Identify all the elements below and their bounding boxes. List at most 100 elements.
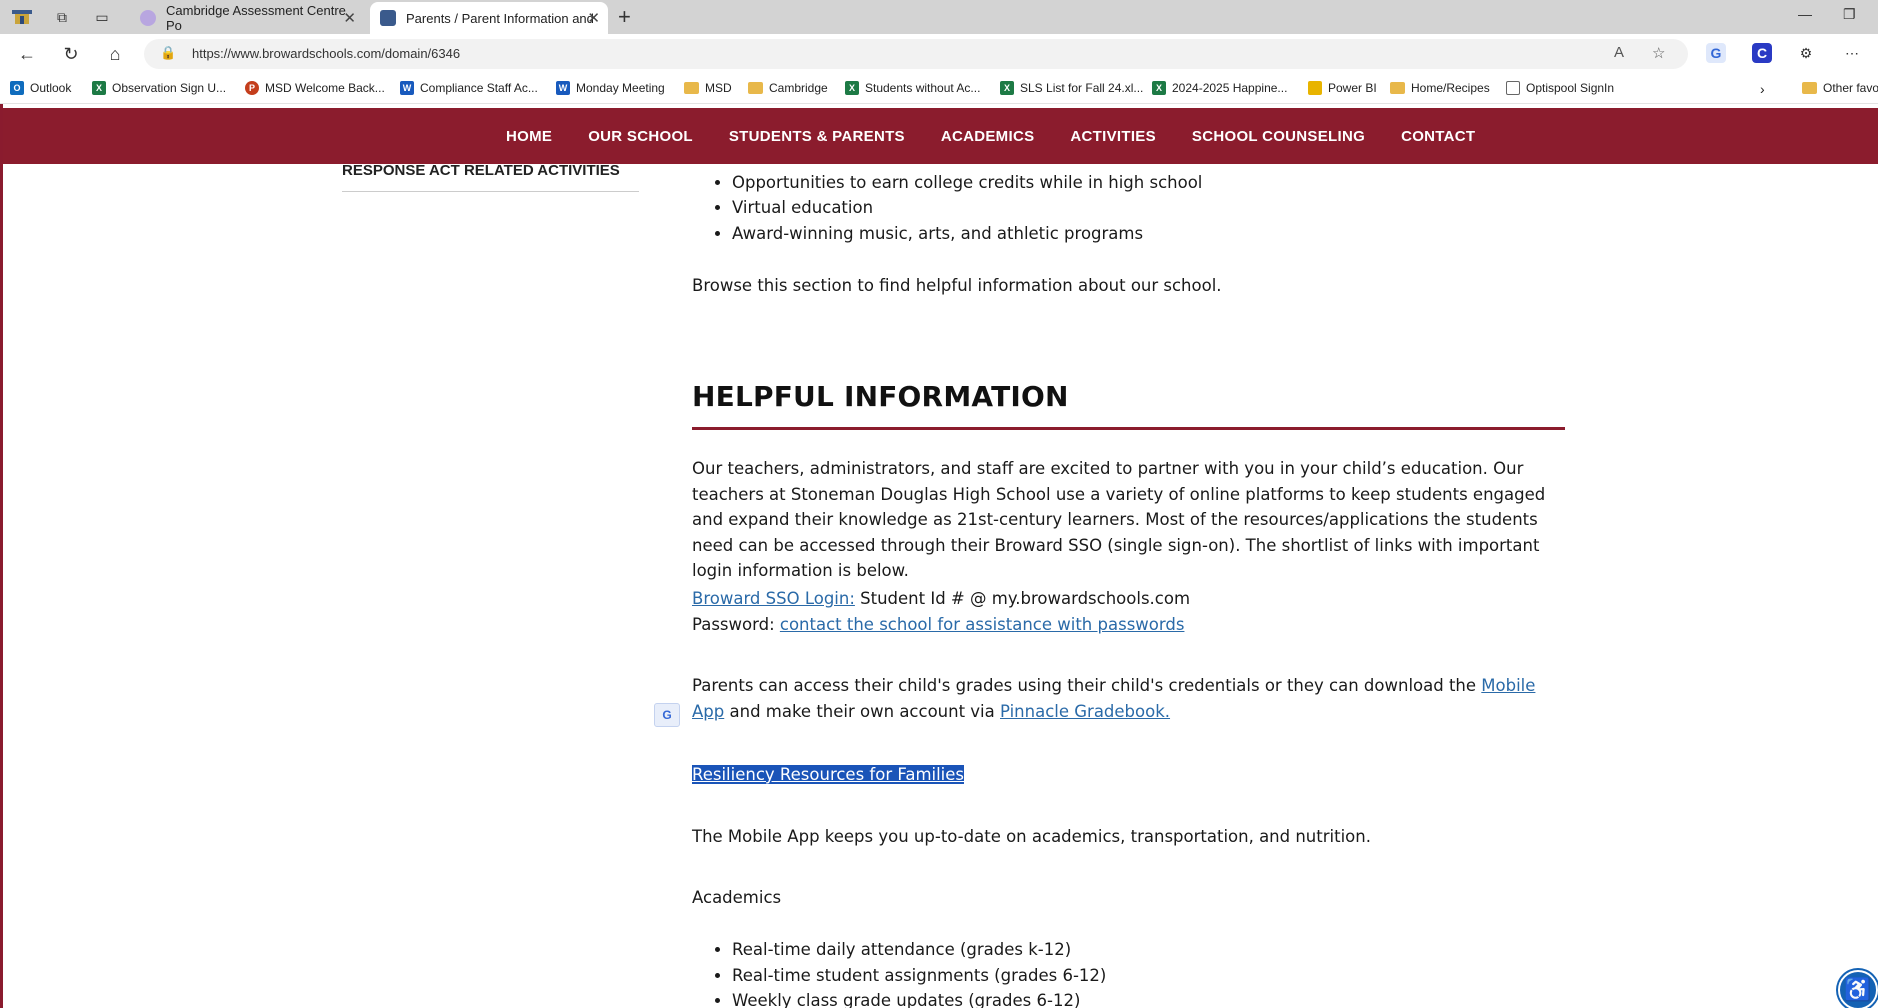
browser-tab-bar: ⧉ ▭ Cambridge Assessment Centre Po ✕ Par… (0, 0, 1878, 34)
read-aloud-icon[interactable]: A (1614, 44, 1624, 61)
folder-icon (1802, 82, 1817, 94)
folder-icon (684, 82, 699, 94)
list-item: Real-time student assignments (grades 6-… (732, 963, 1565, 989)
parents-text: and make their own account via (724, 701, 1000, 721)
bookmark-compliance[interactable]: W Compliance Staff Ac... (400, 81, 538, 95)
extension-c-icon[interactable]: C (1752, 43, 1772, 63)
bookmark-home-recipes[interactable]: Home/Recipes (1390, 81, 1490, 95)
web-page: RESPONSE ACT RELATED ACTIVITIES Advanced… (0, 104, 1878, 1008)
powerbi-icon (1308, 81, 1322, 95)
nav-students-parents[interactable]: STUDENTS & PARENTS (729, 128, 905, 145)
translate-popup-icon[interactable]: G (654, 703, 680, 727)
excel-icon: X (92, 81, 106, 95)
bookmark-cambridge-folder[interactable]: Cambridge (748, 81, 828, 95)
bookmark-label: Students without Ac... (865, 81, 981, 95)
excel-icon: X (845, 81, 859, 95)
mobile-app-text: The Mobile App keeps you up-to-date on a… (692, 827, 1371, 846)
bookmark-label: MSD Welcome Back... (265, 81, 385, 95)
intro-paragraph: Our teachers, administrators, and staff … (692, 459, 1546, 580)
profile-icon[interactable] (10, 7, 34, 27)
refresh-icon[interactable]: ↻ (60, 43, 82, 65)
workspaces-icon[interactable]: ⧉ (52, 7, 72, 27)
word-icon: W (556, 81, 570, 95)
bookmark-msd-folder[interactable]: MSD (684, 81, 732, 95)
bookmark-other-favorites[interactable]: Other favorites (1802, 81, 1878, 95)
excel-icon: X (1152, 81, 1166, 95)
academics-list: Real-time daily attendance (grades k-12)… (692, 937, 1565, 1008)
nav-contact[interactable]: CONTACT (1401, 128, 1475, 145)
tab-label: Cambridge Assessment Centre Po (166, 3, 346, 33)
extensions-icon[interactable]: ⚙ (1796, 43, 1816, 63)
bookmark-sls-list[interactable]: X SLS List for Fall 24.xl... (1000, 81, 1143, 95)
word-icon: W (400, 81, 414, 95)
nav-academics[interactable]: ACADEMICS (941, 128, 1035, 145)
site-navbar: HOME OUR SCHOOL STUDENTS & PARENTS ACADE… (3, 108, 1878, 164)
bookmark-label: MSD (705, 81, 732, 95)
bookmark-label: Compliance Staff Ac... (420, 81, 538, 95)
bookmark-power-bi[interactable]: Power BI (1308, 81, 1377, 95)
nav-school-counseling[interactable]: SCHOOL COUNSELING (1192, 128, 1365, 145)
bookmark-label: Observation Sign U... (112, 81, 227, 95)
bookmark-label: 2024-2025 Happine... (1172, 81, 1288, 95)
bookmark-students-without[interactable]: X Students without Ac... (845, 81, 980, 95)
list-item: Award-winning music, arts, and athletic … (732, 221, 1565, 247)
browser-toolbar: ← ↻ ⌂ 🔒 https://www.browardschools.com/d… (0, 34, 1878, 74)
chevron-right-icon[interactable]: › (1760, 81, 1765, 97)
lock-icon[interactable]: 🔒 (160, 45, 176, 61)
url-text: https://www.browardschools.com/domain/63… (192, 46, 461, 61)
accessibility-icon[interactable]: ♿ (1838, 970, 1878, 1008)
bookmark-label: Optispool SignIn (1526, 81, 1615, 95)
bookmark-monday-meeting[interactable]: W Monday Meeting (556, 81, 665, 95)
bookmark-label: Power BI (1328, 81, 1377, 95)
tab-cambridge[interactable]: Cambridge Assessment Centre Po ✕ (130, 2, 364, 34)
close-icon[interactable]: ✕ (587, 9, 600, 27)
list-item: Virtual education (732, 195, 1565, 221)
broward-sso-login-link[interactable]: Broward SSO Login: (692, 589, 855, 608)
sso-text: Student Id # @ my.browardschools.com (854, 589, 1191, 608)
address-bar[interactable]: 🔒 https://www.browardschools.com/domain/… (144, 39, 1688, 69)
bookmark-label: Other favorites (1823, 81, 1878, 95)
nav-activities[interactable]: ACTIVITIES (1070, 128, 1156, 145)
close-icon[interactable]: ✕ (343, 9, 356, 27)
list-item: Opportunities to earn college credits wh… (732, 170, 1565, 196)
pinnacle-gradebook-link[interactable]: Pinnacle Gradebook. (1000, 702, 1170, 721)
translate-extension-icon[interactable]: G (1706, 43, 1726, 63)
heading-divider (692, 427, 1565, 430)
resiliency-line: Resiliency Resources for Families (692, 762, 965, 788)
bookmark-label: Home/Recipes (1411, 81, 1490, 95)
page-heading: HELPFUL INFORMATION (692, 380, 1069, 413)
bookmark-outlook[interactable]: O Outlook (10, 81, 71, 95)
nav-home[interactable]: HOME (506, 128, 552, 145)
parents-paragraph: Parents can access their child's grades … (692, 673, 1565, 724)
bookmark-happiness[interactable]: X 2024-2025 Happine... (1152, 81, 1287, 95)
more-menu-icon[interactable]: ⋯ (1842, 43, 1862, 63)
page-icon (1506, 81, 1520, 95)
browse-text: Browse this section to find helpful info… (692, 276, 1222, 295)
sso-line: Broward SSO Login: Student Id # @ my.bro… (692, 586, 1565, 612)
list-item: Weekly class grade updates (grades 6-12) (732, 988, 1565, 1008)
restore-icon[interactable]: ❐ (1843, 6, 1856, 23)
resiliency-resources-link[interactable]: Resiliency Resources for Families (692, 765, 965, 784)
parents-text: Parents can access their child's grades … (692, 676, 1482, 695)
tab-parents[interactable]: Parents / Parent Information and ✕ (370, 2, 608, 34)
outlook-icon: O (10, 81, 24, 95)
excel-icon: X (1000, 81, 1014, 95)
vertical-tabs-icon[interactable]: ▭ (92, 7, 112, 27)
bookmark-observation[interactable]: X Observation Sign U... (92, 81, 226, 95)
bookmark-label: Outlook (30, 81, 72, 95)
nav-our-school[interactable]: OUR SCHOOL (588, 128, 693, 145)
new-tab-icon[interactable]: + (618, 4, 631, 30)
minimize-icon[interactable]: — (1798, 6, 1812, 22)
back-icon[interactable]: ← (16, 43, 38, 65)
home-icon[interactable]: ⌂ (104, 43, 126, 65)
list-item: Real-time daily attendance (grades k-12) (732, 937, 1565, 963)
password-line: Password: contact the school for assista… (692, 612, 1565, 638)
bookmark-label: Monday Meeting (576, 81, 665, 95)
bookmark-msd-welcome[interactable]: P MSD Welcome Back... (245, 81, 385, 95)
folder-icon (748, 82, 763, 94)
bookmark-optispool[interactable]: Optispool SignIn (1506, 81, 1614, 95)
cambridge-favicon-icon (140, 10, 156, 26)
tab-label: Parents / Parent Information and (406, 10, 594, 26)
favorite-star-icon[interactable]: ☆ (1652, 44, 1665, 62)
password-help-link[interactable]: contact the school for assistance with p… (780, 615, 1185, 634)
